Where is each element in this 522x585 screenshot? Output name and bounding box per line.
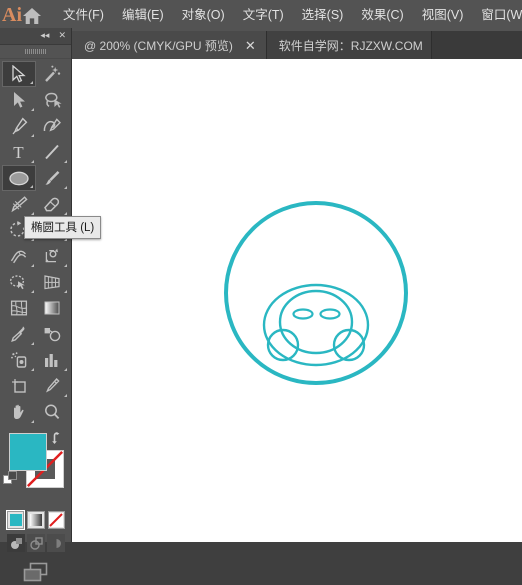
gradient-mode-swatch: [29, 514, 42, 526]
outer-circle: [224, 201, 408, 385]
swap-fill-stroke-icon[interactable]: [51, 431, 67, 450]
mesh-tool[interactable]: [2, 295, 36, 321]
tool-flyout-indicator: [64, 212, 67, 215]
tool-flyout-indicator: [30, 420, 34, 423]
paint-mode-row: [0, 505, 71, 530]
close-icon[interactable]: ✕: [58, 31, 66, 41]
artwork-group[interactable]: [134, 133, 464, 468]
hand-tool[interactable]: [2, 399, 36, 425]
close-icon[interactable]: ✕: [243, 39, 258, 52]
head-inner-ellipse: [278, 289, 354, 355]
tool-flyout-indicator: [64, 186, 67, 189]
tool-tooltip: 椭圆工具 (L): [24, 216, 102, 239]
menu-type[interactable]: 文字(T): [234, 0, 293, 31]
draw-behind-mode-button[interactable]: [27, 534, 45, 552]
selection-tool[interactable]: [2, 61, 36, 87]
fill-swatch[interactable]: [9, 433, 47, 471]
menu-view[interactable]: 视图(V): [413, 0, 473, 31]
default-fill-stroke-icon[interactable]: [3, 471, 18, 491]
eye-left: [292, 308, 314, 320]
zoom-tool[interactable]: [36, 399, 70, 425]
direct-selection-tool[interactable]: [2, 87, 36, 113]
shaper-tool[interactable]: [2, 191, 36, 217]
gradient-mode-button[interactable]: [27, 511, 45, 529]
home-icon[interactable]: [22, 0, 42, 31]
menu-bar: Ai 文件(F) 编辑(E) 对象(O) 文字(T) 选择(S) 效果(C) 视…: [0, 0, 522, 31]
svg-text:T: T: [14, 143, 25, 161]
collapse-icon[interactable]: ◂◂: [40, 31, 49, 41]
draw-inside-mode-button[interactable]: [47, 534, 65, 552]
tool-flyout-indicator: [30, 134, 34, 137]
shape-builder-tool[interactable]: [2, 269, 36, 295]
document-tab-active[interactable]: @ 200% (CMYK/GPU 预览) ✕: [72, 31, 267, 59]
tool-flyout-indicator: [30, 342, 34, 345]
color-controls: [0, 431, 71, 505]
change-screen-mode-button[interactable]: [0, 552, 71, 585]
tools-panel: ◂◂ ✕ T 椭圆工具 (L): [0, 28, 102, 582]
curvature-tool[interactable]: [36, 113, 70, 139]
ellipse-tool[interactable]: [2, 165, 36, 191]
tools-panel-header: ◂◂ ✕: [0, 28, 71, 45]
lasso-tool[interactable]: [36, 87, 70, 113]
eye-right: [319, 308, 341, 320]
pen-tool[interactable]: [2, 113, 36, 139]
artboard-tool[interactable]: [2, 373, 36, 399]
artwork-svg: [224, 201, 408, 385]
menu-select[interactable]: 选择(S): [293, 0, 353, 31]
tool-flyout-indicator: [29, 81, 33, 84]
document-tab-inactive[interactable]: 软件自学网：RJZXW.COM: [266, 31, 432, 59]
menu-object[interactable]: 对象(O): [173, 0, 234, 31]
paintbrush-tool[interactable]: [36, 165, 70, 191]
document-tab-label: 软件自学网：RJZXW.COM: [278, 38, 423, 53]
free-transform-tool[interactable]: [36, 243, 70, 269]
tool-flyout-indicator: [64, 160, 67, 163]
none-mode-button[interactable]: [47, 511, 65, 529]
panel-drag-handle[interactable]: [0, 45, 71, 59]
tool-flyout-indicator: [30, 290, 34, 293]
gradient-tool[interactable]: [36, 295, 70, 321]
tool-grid: T: [0, 59, 71, 425]
tool-flyout-indicator: [30, 212, 34, 215]
color-mode-button[interactable]: [5, 510, 26, 530]
artboard-canvas[interactable]: [72, 59, 522, 542]
tool-flyout-indicator: [64, 368, 67, 371]
draw-mode-row: [0, 529, 71, 552]
tool-flyout-indicator: [30, 108, 34, 111]
draw-normal-mode-button[interactable]: [7, 534, 25, 552]
type-tool[interactable]: T: [2, 139, 36, 165]
slice-tool[interactable]: [36, 373, 70, 399]
document-tab-bar: @ 200% (CMYK/GPU 预览) ✕ 软件自学网：RJZXW.COM: [0, 31, 522, 59]
menu-edit[interactable]: 编辑(E): [113, 0, 173, 31]
width-tool[interactable]: [2, 243, 36, 269]
tool-flyout-indicator: [64, 290, 67, 293]
eraser-tool[interactable]: [36, 191, 70, 217]
menu-item-list: 文件(F) 编辑(E) 对象(O) 文字(T) 选择(S) 效果(C) 视图(V…: [54, 0, 522, 31]
eyedropper-tool[interactable]: [2, 321, 36, 347]
column-graph-tool[interactable]: [36, 347, 70, 373]
tool-flyout-indicator: [64, 264, 67, 267]
menu-file[interactable]: 文件(F): [54, 0, 113, 31]
none-slash-icon: [49, 513, 64, 527]
blend-tool[interactable]: [36, 321, 70, 347]
tool-flyout-indicator: [30, 160, 34, 163]
illustrator-window: Ai 文件(F) 编辑(E) 对象(O) 文字(T) 选择(S) 效果(C) 视…: [0, 0, 522, 582]
color-mode-swatch: [9, 514, 22, 526]
tool-flyout-indicator: [30, 368, 34, 371]
symbol-sprayer-tool[interactable]: [2, 347, 36, 373]
tool-flyout-indicator: [64, 394, 67, 397]
tabbar-spacer: [431, 31, 522, 59]
tool-flyout-indicator: [30, 264, 34, 267]
app-logo-icon: Ai: [2, 4, 22, 26]
magic-wand-tool[interactable]: [36, 61, 70, 87]
tool-flyout-indicator: [29, 185, 33, 188]
menu-effect[interactable]: 效果(C): [352, 0, 412, 31]
menu-window[interactable]: 窗口(W): [472, 0, 522, 31]
perspective-grid-tool[interactable]: [36, 269, 70, 295]
line-segment-tool[interactable]: [36, 139, 70, 165]
document-tab-label: @ 200% (CMYK/GPU 预览): [84, 38, 233, 53]
